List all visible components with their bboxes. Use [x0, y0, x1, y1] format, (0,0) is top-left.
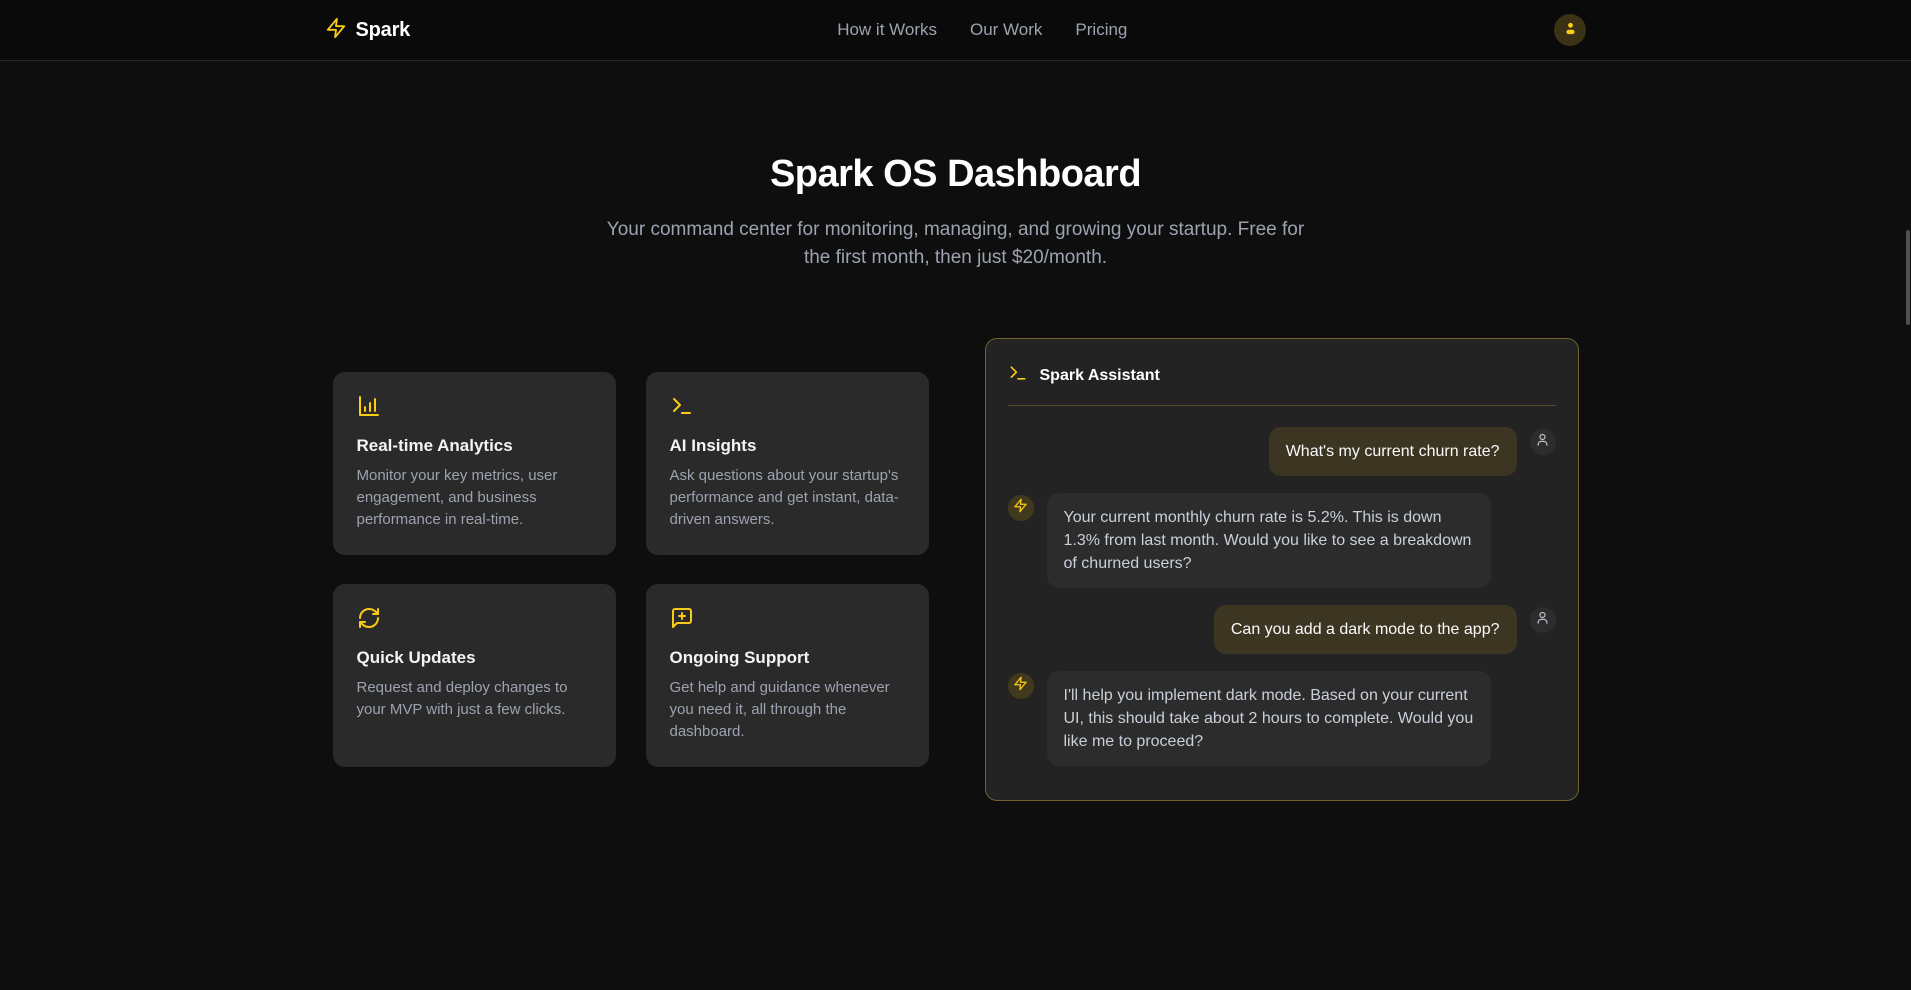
nav-link-pricing[interactable]: Pricing [1075, 20, 1127, 40]
feature-title: Ongoing Support [670, 648, 905, 668]
feature-card-ongoing-support: Ongoing Support Get help and guidance wh… [646, 584, 929, 767]
spark-assistant-panel: Spark Assistant What's my current churn … [985, 338, 1579, 801]
refresh-icon [357, 606, 592, 630]
assistant-avatar [1008, 495, 1034, 521]
feature-description: Get help and guidance whenever you need … [670, 677, 905, 743]
chart-column-icon [357, 394, 592, 418]
feature-card-ai-insights: AI Insights Ask questions about your sta… [646, 372, 929, 555]
user-icon [1535, 610, 1550, 630]
terminal-icon [670, 394, 905, 418]
message-square-plus-icon [670, 606, 905, 630]
scrollbar-thumb[interactable] [1906, 230, 1910, 325]
feature-card-analytics: Real-time Analytics Monitor your key met… [333, 372, 616, 555]
feature-description: Ask questions about your startup's perfo… [670, 465, 905, 531]
user-message-bubble: Can you add a dark mode to the app? [1214, 605, 1517, 654]
user-icon [1562, 20, 1579, 40]
assistant-message-bubble: Your current monthly churn rate is 5.2%.… [1047, 493, 1491, 588]
panel-divider [1008, 405, 1556, 406]
brand-name: Spark [356, 19, 411, 42]
chat-message-assistant: Your current monthly churn rate is 5.2%.… [1008, 493, 1556, 588]
account-button[interactable] [1554, 14, 1586, 46]
feature-grid: Real-time Analytics Monitor your key met… [333, 372, 929, 767]
page-title: Spark OS Dashboard [0, 153, 1911, 196]
nav-links: How it Works Our Work Pricing [837, 20, 1127, 40]
chat-messages: What's my current churn rate? Your curre… [1008, 427, 1556, 766]
assistant-message-bubble: I'll help you implement dark mode. Based… [1047, 671, 1491, 766]
user-avatar [1530, 429, 1556, 455]
feature-title: AI Insights [670, 436, 905, 456]
nav-container: Spark How it Works Our Work Pricing [325, 0, 1587, 60]
feature-title: Quick Updates [357, 648, 592, 668]
brand-logo[interactable]: Spark [325, 17, 411, 44]
user-icon [1535, 432, 1550, 452]
user-message-bubble: What's my current churn rate? [1269, 427, 1517, 476]
hero-subtitle: Your command center for monitoring, mana… [606, 216, 1306, 272]
terminal-icon [1008, 363, 1028, 388]
top-nav: Spark How it Works Our Work Pricing [0, 0, 1911, 61]
main-content: Real-time Analytics Monitor your key met… [0, 338, 1911, 801]
nav-link-how-it-works[interactable]: How it Works [837, 20, 937, 40]
assistant-avatar [1008, 673, 1034, 699]
zap-icon [1013, 498, 1028, 518]
assistant-panel-header: Spark Assistant [1008, 363, 1556, 388]
chat-message-user: What's my current churn rate? [1008, 427, 1556, 476]
feature-description: Monitor your key metrics, user engagemen… [357, 465, 592, 531]
chat-message-assistant: I'll help you implement dark mode. Based… [1008, 671, 1556, 766]
feature-card-quick-updates: Quick Updates Request and deploy changes… [333, 584, 616, 767]
feature-title: Real-time Analytics [357, 436, 592, 456]
chat-message-user: Can you add a dark mode to the app? [1008, 605, 1556, 654]
feature-description: Request and deploy changes to your MVP w… [357, 677, 592, 721]
nav-link-our-work[interactable]: Our Work [970, 20, 1042, 40]
user-avatar [1530, 607, 1556, 633]
assistant-panel-title: Spark Assistant [1040, 367, 1160, 385]
hero-section: Spark OS Dashboard Your command center f… [0, 153, 1911, 272]
zap-icon [325, 17, 347, 44]
zap-icon [1013, 676, 1028, 696]
